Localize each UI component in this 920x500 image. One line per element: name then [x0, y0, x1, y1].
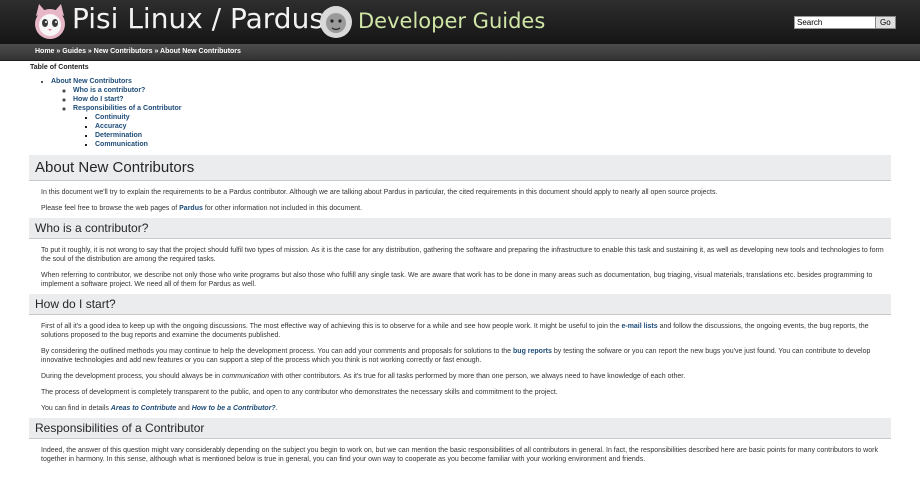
breadcrumb-home[interactable]: Home — [35, 48, 54, 55]
toc-item: Determination — [95, 131, 891, 140]
table-of-contents: About New Contributors Who is a contribu… — [29, 77, 891, 149]
text: with other contributors. As it's true fo… — [269, 373, 686, 380]
areas-to-contribute-link[interactable]: Areas to Contribute — [111, 405, 176, 412]
breadcrumb-new-contributors[interactable]: New Contributors — [94, 48, 153, 55]
toc-link-determination[interactable]: Determination — [95, 132, 142, 139]
start-paragraph-5: You can find in details Areas to Contrib… — [41, 404, 891, 413]
communication-emphasis: communication — [221, 373, 270, 380]
heading-how-do-i-start: How do I start? — [29, 294, 891, 315]
who-paragraph-1: To put it roughly, it is not wrong to sa… — [41, 247, 884, 263]
toc-item: How do I start? — [73, 95, 891, 104]
text: . — [275, 405, 278, 412]
breadcrumb: Home » Guides » New Contributors » About… — [0, 44, 920, 61]
pardus-lion-logo-icon — [320, 6, 352, 38]
search-go-button[interactable]: Go — [875, 16, 896, 29]
toc-item: Communication — [95, 140, 891, 149]
text: Please feel free to browse the web pages… — [41, 205, 180, 212]
about-paragraph-2: Please feel free to browse the web pages… — [41, 204, 891, 213]
search-input[interactable] — [794, 16, 876, 29]
toc-link-how-do-i-start[interactable]: How do I start? — [73, 96, 124, 103]
site-header: Pisi Linux / Pardus Developer Guides Go — [0, 0, 920, 44]
toc-item: Accuracy — [95, 122, 891, 131]
responsibilities-paragraph-1: Indeed, the answer of this question migh… — [41, 447, 878, 463]
text: for other information not included in th… — [202, 205, 363, 212]
start-paragraph-3: During the development process, you shou… — [41, 372, 891, 381]
text: and — [176, 405, 192, 412]
start-paragraph-1: First of all it's a good idea to keep up… — [41, 322, 891, 340]
toc-link-about-new-contributors[interactable]: About New Contributors — [51, 78, 132, 85]
site-subtitle: Developer Guides — [358, 9, 546, 33]
breadcrumb-current: About New Contributors — [160, 48, 241, 55]
toc-link-who-is-a-contributor[interactable]: Who is a contributor? — [73, 87, 145, 94]
toc-item: Responsibilities of a Contributor Contin… — [73, 104, 891, 149]
toc-link-continuity[interactable]: Continuity — [95, 114, 130, 121]
heading-about-new-contributors: About New Contributors — [29, 155, 891, 181]
about-paragraph-1: In this document we'll try to explain th… — [41, 189, 718, 196]
toc-title: Table of Contents — [30, 64, 89, 71]
text: First of all it's a good idea to keep up… — [41, 323, 622, 330]
toc-item: Continuity — [95, 113, 891, 122]
email-lists-link[interactable]: e-mail lists — [621, 323, 657, 330]
toc-link-communication[interactable]: Communication — [95, 141, 148, 148]
breadcrumb-separator: » — [152, 48, 161, 55]
text: You can find in details — [41, 405, 111, 412]
text: By considering the outlined methods you … — [41, 348, 514, 355]
text: During the development process, you shou… — [41, 373, 222, 380]
start-paragraph-2: By considering the outlined methods you … — [41, 347, 891, 365]
site-title[interactable]: Pisi Linux / Pardus — [72, 2, 324, 35]
toc-item: About New Contributors Who is a contribu… — [51, 77, 891, 149]
start-paragraph-4: The process of development is completely… — [41, 389, 558, 396]
who-paragraph-2: When referring to contributor, we descri… — [41, 272, 873, 288]
toc-link-responsibilities[interactable]: Responsibilities of a Contributor — [73, 105, 182, 112]
toc-item: Who is a contributor? — [73, 86, 891, 95]
breadcrumb-separator: » — [85, 48, 94, 55]
pardus-link[interactable]: Pardus — [179, 205, 203, 212]
heading-who-is-a-contributor: Who is a contributor? — [29, 218, 891, 239]
heading-responsibilities: Responsibilities of a Contributor — [29, 418, 891, 439]
how-to-be-a-contributor-link[interactable]: How to be a Contributor? — [192, 405, 276, 412]
bug-reports-link[interactable]: bug reports — [513, 348, 552, 355]
toc-link-accuracy[interactable]: Accuracy — [95, 123, 127, 130]
main-content: Table of Contents About New Contributors… — [0, 64, 920, 464]
pisi-cat-logo-icon[interactable] — [30, 4, 70, 40]
breadcrumb-guides[interactable]: Guides — [62, 48, 86, 55]
